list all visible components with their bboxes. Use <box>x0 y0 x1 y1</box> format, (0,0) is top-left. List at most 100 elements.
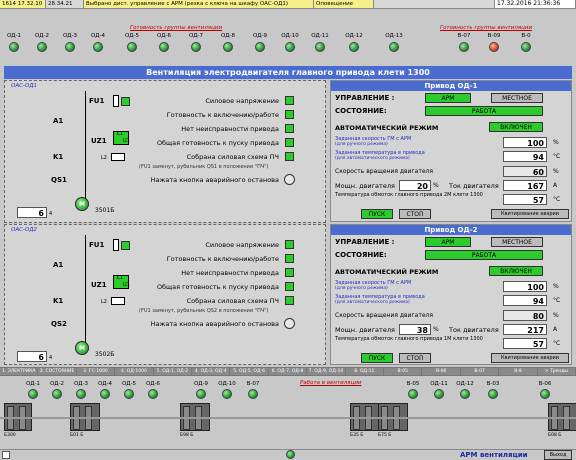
status-lamp <box>222 389 232 399</box>
bus-line <box>85 91 86 199</box>
schem-value: 6 <box>17 351 47 362</box>
status-lamp <box>159 42 169 52</box>
l2-label: L2 <box>101 155 107 161</box>
local-button[interactable]: МЕСТНОЕ <box>491 93 543 103</box>
tab-item[interactable]: В-8 <box>499 368 538 375</box>
local-button[interactable]: МЕСТНОЕ <box>491 237 543 247</box>
status-indicator <box>285 152 294 161</box>
status-lamp <box>52 389 62 399</box>
app-status: АРМ вентиляции <box>460 451 528 459</box>
bottom-lamp-label: ОД-3 <box>73 381 89 387</box>
start-button[interactable]: ПУСК <box>361 353 393 363</box>
auto-button[interactable]: ВКЛЮЧЕН <box>489 122 543 132</box>
status-lamp <box>488 389 498 399</box>
duct-line <box>0 417 576 419</box>
tab-item[interactable]: 3. ГС-1000 <box>76 368 116 375</box>
overview-area: Работа в вентиляции ОД-1 ОД-2 ОД-3 ОД-4 ОД-5… <box>0 377 576 449</box>
status-lamp <box>434 389 444 399</box>
status-lamp <box>100 389 110 399</box>
tab-item[interactable]: 5. ОД-5, ОД-6 <box>230 368 269 375</box>
status-lamp <box>286 450 295 459</box>
cabinet-label: Б01 Б <box>70 433 84 438</box>
top-lamp-label: ОД-12 <box>345 33 363 39</box>
status-lamp <box>127 42 137 52</box>
tab-item[interactable]: 4. ОД-3, ОД-4 <box>192 368 231 375</box>
bottom-lamp-label: ОД-12 <box>456 381 474 387</box>
arm-button[interactable]: АРМ <box>425 93 471 103</box>
auto-button[interactable]: ВКЛЮЧЕН <box>489 266 543 276</box>
estop-button[interactable] <box>284 174 295 185</box>
event-message[interactable]: Выбрано дист. управление с АРМ (резка с … <box>84 0 314 8</box>
bus-line <box>85 235 86 343</box>
status-label: Собрана силовая схема ПЧ <box>186 153 279 161</box>
exit-button[interactable]: Выход <box>544 450 572 460</box>
stop-button[interactable]: СТОП <box>399 353 431 363</box>
estop-button[interactable] <box>284 318 295 329</box>
tab-item[interactable]: 7. ОД-9, ОД-10 <box>307 368 346 375</box>
drive-title: Привод ОД-1 <box>331 81 571 91</box>
top-lamp-label: ОД-5 <box>124 33 140 39</box>
uz-label: UZ1 <box>91 281 107 289</box>
schem-value-sub: 4 <box>49 355 53 361</box>
corner-box <box>2 451 10 459</box>
top-lamp-label: ОД-7 <box>188 33 204 39</box>
power-unit: % <box>433 182 439 189</box>
reset-alarm-button[interactable]: Квитирование аварии <box>491 209 569 219</box>
status-indicator <box>285 296 294 305</box>
bottom-lamp-label: В-03 <box>486 381 500 387</box>
tab-item[interactable]: 6. ОД-7, ОД-8 <box>268 368 308 375</box>
status-label: Нет неисправности привода <box>181 125 279 133</box>
fu-label: FU1 <box>89 97 105 105</box>
start-button[interactable]: ПУСК <box>361 209 393 219</box>
drive-panel-od1: Привод ОД-1 УПРАВЛЕНИЕ : АРМ МЕСТНОЕ СОСТОЯН… <box>330 80 572 222</box>
schematic-od2: ОАС-ОД2 FU1 A1 UZ1 L1 U1 L2 K1 QS2 6 4 M 3502Б Силово… <box>4 224 326 365</box>
schem-value-sub: 4 <box>49 211 53 217</box>
stop-button[interactable]: СТОП <box>399 209 431 219</box>
sp-speed-input[interactable]: 100 <box>503 137 547 148</box>
auto-label: АВТОМАТИЧЕСКИЙ РЕЖИМ <box>335 124 439 132</box>
tab-item[interactable]: 2. СОСТОЯНИЕ <box>38 368 77 375</box>
status-indicator <box>285 124 294 133</box>
status-lamp <box>349 42 359 52</box>
schematic-od1: ОАС-ОД1 FU1 A1 UZ1 L1 U1 L2 K1 QS1 6 4 M 3501Б Силово… <box>4 80 326 223</box>
arm-button[interactable]: АРМ <box>425 237 471 247</box>
control-label: УПРАВЛЕНИЕ : <box>335 238 395 246</box>
top-lamp-label: ОД-9 <box>252 33 268 39</box>
tab-item[interactable]: В-06 <box>422 368 461 375</box>
speed-value: 60 <box>503 166 547 177</box>
state-value: РАБОТА <box>425 250 543 260</box>
status-bar: АРМ вентиляции Выход <box>0 449 576 460</box>
bottom-lamp-row: ОД-1 ОД-2 ОД-3 ОД-4 ОД-5 ОД-6 ОД-9 ОД-10 В-07 В-0… <box>0 381 576 401</box>
fuse-symbol <box>113 95 119 107</box>
fu-label: FU1 <box>89 241 105 249</box>
reset-alarm-button[interactable]: Квитирование аварии <box>491 353 569 363</box>
sp-temp-input[interactable]: 94 <box>503 295 547 306</box>
auto-label: АВТОМАТИЧЕСКИЙ РЕЖИМ <box>335 268 439 276</box>
tab-item[interactable]: 8. ОД-11 <box>345 368 385 375</box>
tab-item[interactable]: > Тренды <box>537 368 576 375</box>
power-label: Мощн. двигателя <box>335 326 395 334</box>
status-label: Собрана силовая схема ПЧ <box>186 297 279 305</box>
sp-speed-input[interactable]: 100 <box>503 281 547 292</box>
state-value: РАБОТА <box>425 106 543 116</box>
speed-value: 80 <box>503 310 547 321</box>
bottom-lamp-label: В-05 <box>406 381 420 387</box>
status-label: Нет неисправности привода <box>181 269 279 277</box>
cabinet-label: Б300 <box>4 433 16 438</box>
status-lamp <box>191 42 201 52</box>
tab-item[interactable]: В-07 <box>460 368 500 375</box>
motor-icon: M <box>75 341 89 355</box>
bottom-lamp-label: ОД-10 <box>218 381 236 387</box>
qs-label: QS1 <box>51 176 67 184</box>
tab-item[interactable]: 1. ЭЛЕКТРИКА <box>0 368 39 375</box>
status-lamp <box>248 389 258 399</box>
tab-item[interactable]: В-05 <box>384 368 423 375</box>
status-lamp <box>489 42 499 52</box>
top-lamp-label: В-07 <box>457 33 471 39</box>
l2-symbol <box>111 297 125 305</box>
tab-item[interactable]: 5. ОД-1, ОД-2 <box>153 368 193 375</box>
status-lamp <box>285 42 295 52</box>
tab-item[interactable]: 4. ОД-1000 <box>115 368 154 375</box>
sp-temp-input[interactable]: 94 <box>503 151 547 162</box>
cabinet-row: Б300 Б01 Б Б98 Б Б35 Б Б75 Б Б08 Б <box>0 403 576 447</box>
